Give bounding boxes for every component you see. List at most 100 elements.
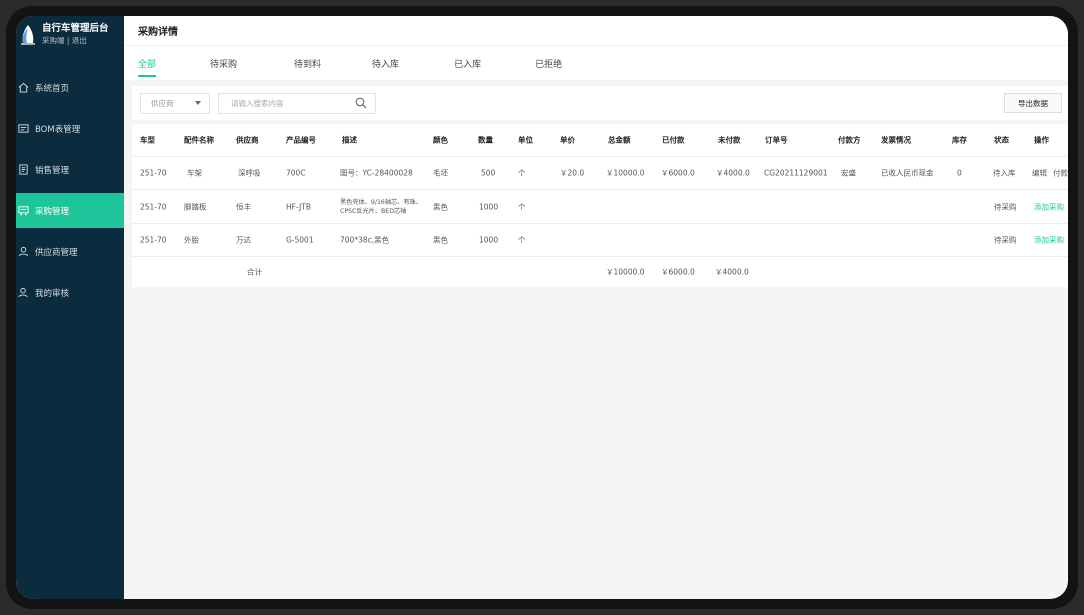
summary-paid: ￥6000.0 [661, 267, 695, 277]
search-placeholder: 请输入搜索内容 [231, 98, 284, 108]
col-header: 描述 [342, 135, 357, 145]
tab-pending-stock-in[interactable]: 待入库 [372, 54, 399, 80]
export-data-button[interactable]: 导出数据 [1004, 93, 1062, 113]
cell-qty: 1000 [479, 202, 499, 211]
col-header: 配件名称 [184, 135, 214, 145]
app-title: 自行车管理后台 [42, 23, 109, 34]
cell-unpaid: ￥4000.0 [716, 168, 750, 178]
bom-icon [18, 124, 29, 133]
supplier-icon [18, 246, 29, 257]
cell-payer: 宏盛 [841, 168, 856, 178]
supplier-select-placeholder: 供应商 [151, 98, 174, 108]
pay-button[interactable]: 付款 [1053, 168, 1068, 179]
table-row: 251-70 脚踏板 恒丰 HF-JTB 黑色壳体、9/16轴芯、有珠、CPSC… [132, 190, 1068, 224]
home-icon [18, 82, 29, 93]
cell-invoice: 已收人民币现金 [881, 168, 934, 178]
tab-all[interactable]: 全部 [138, 54, 157, 80]
tab-rejected[interactable]: 已拒绝 [535, 54, 562, 80]
sidebar-nav: 系统首页 BOM表管理 销售管理 采购管理 供应商管理 我的审核 [16, 70, 124, 310]
table-row: 251-70 车架 深呼吸 700C 图号：YC-28400028 毛坯 500… [132, 157, 1068, 190]
cell-unit: 个 [518, 235, 526, 245]
sales-icon [19, 164, 28, 175]
col-header: 产品编号 [286, 135, 316, 145]
cell-supplier: 恒丰 [236, 202, 251, 211]
sidebar-item-label: BOM表管理 [35, 124, 81, 135]
cell-model: 251-70 [140, 202, 167, 211]
tab-stocked-in[interactable]: 已入库 [454, 54, 481, 80]
role-logout-link[interactable]: 采购端 | 退出 [42, 35, 109, 47]
cell-price: ￥20.0 [560, 168, 585, 178]
cart-icon [18, 206, 29, 216]
cell-code: 700C [286, 168, 306, 178]
supplier-select[interactable]: 供应商 [140, 92, 210, 114]
tab-pending-material[interactable]: 待到料 [294, 54, 321, 80]
search-icon[interactable] [355, 97, 367, 109]
sidebar-item-label: 我的审核 [35, 288, 70, 299]
col-header: 数量 [478, 135, 493, 145]
cell-status: 待入库 [993, 168, 1016, 178]
main-content: 采购详情 全部 待采购 待到料 待入库 已入库 已拒绝 供应商 请输入搜索内容 … [124, 16, 1068, 599]
cell-unit: 个 [518, 168, 526, 178]
summary-unpaid: ￥4000.0 [715, 267, 749, 277]
col-header: 已付款 [662, 135, 685, 145]
sidebar-item-audit[interactable]: 我的审核 [16, 275, 124, 310]
col-header: 车型 [140, 135, 155, 145]
col-header: 状态 [994, 135, 1009, 145]
col-header: 颜色 [433, 135, 448, 145]
cell-code: G-5001 [286, 235, 314, 245]
cell-color: 黑色 [433, 202, 448, 211]
brand: 自行车管理后台 采购端 | 退出 [16, 16, 124, 64]
tab-pending-purchase[interactable]: 待采购 [210, 54, 237, 80]
sidebar-item-label: 采购管理 [35, 206, 70, 217]
col-header: 单位 [518, 135, 533, 145]
cell-part: 车架 [187, 168, 202, 178]
cell-desc: 图号：YC-28400028 [340, 168, 413, 178]
cell-supplier: 深呼吸 [238, 168, 261, 178]
page-title: 采购详情 [138, 27, 178, 38]
table-header: 车型 配件名称 供应商 产品编号 描述 颜色 数量 单位 单价 总金额 已付款 … [132, 124, 1068, 157]
chevron-down-icon [195, 101, 201, 105]
table-summary-row: 合计 ￥10000.0 ￥6000.0 ￥4000.0 [132, 257, 1068, 287]
col-header: 未付款 [718, 135, 741, 145]
sidebar-item-sales[interactable]: 销售管理 [16, 152, 124, 187]
cell-status: 待采购 [994, 235, 1017, 245]
add-purchase-link[interactable]: 添加采购 [1034, 201, 1064, 212]
cell-desc: 黑色壳体、9/16轴芯、有珠、CPSC反光片、BED芯轴 [340, 198, 422, 215]
col-header: 单价 [560, 135, 575, 145]
sidebar: 自行车管理后台 采购端 | 退出 系统首页 BOM表管理 销售管理 采购管理 供… [16, 16, 124, 599]
sidebar-item-home[interactable]: 系统首页 [16, 70, 124, 105]
cell-paid: ￥6000.0 [661, 168, 695, 178]
cell-unit: 个 [518, 202, 526, 211]
cell-part: 脚踏板 [184, 202, 207, 211]
edit-button[interactable]: 编辑 [1032, 168, 1047, 179]
cell-model: 251-70 [140, 235, 167, 245]
cell-status: 待采购 [994, 202, 1017, 211]
cell-color: 黑色 [433, 235, 448, 245]
search-input[interactable]: 请输入搜索内容 [218, 92, 376, 114]
sidebar-item-label: 供应商管理 [35, 247, 78, 258]
sidebar-item-label: 系统首页 [35, 83, 70, 94]
col-header: 供应商 [236, 135, 259, 145]
purchase-table: 车型 配件名称 供应商 产品编号 描述 颜色 数量 单位 单价 总金额 已付款 … [132, 124, 1068, 287]
col-header: 库存 [952, 135, 967, 145]
cell-supplier: 万达 [236, 235, 251, 245]
app-screen: 自行车管理后台 采购端 | 退出 系统首页 BOM表管理 销售管理 采购管理 供… [16, 16, 1068, 599]
sail-logo-icon [21, 25, 35, 45]
col-header: 付款方 [838, 135, 861, 145]
audit-icon [18, 287, 28, 298]
cell-color: 毛坯 [433, 168, 448, 178]
col-header: 总金额 [608, 135, 631, 145]
cell-part: 外胎 [184, 235, 199, 245]
cell-code: HF-JTB [286, 202, 312, 211]
top-bar: 采购详情 [124, 16, 1068, 46]
status-tabs: 全部 待采购 待到料 待入库 已入库 已拒绝 [124, 46, 1068, 80]
sidebar-item-supplier[interactable]: 供应商管理 [16, 234, 124, 269]
sidebar-item-bom[interactable]: BOM表管理 [16, 111, 124, 146]
cell-stock: 0 [957, 168, 962, 178]
cell-order: CG20211129001 [764, 168, 828, 178]
add-purchase-link[interactable]: 添加采购 [1034, 235, 1064, 246]
col-header: 发票情况 [881, 135, 911, 145]
sidebar-item-purchase[interactable]: 采购管理 [16, 193, 124, 228]
summary-total: ￥10000.0 [606, 267, 645, 277]
device-frame: 自行车管理后台 采购端 | 退出 系统首页 BOM表管理 销售管理 采购管理 供… [6, 6, 1078, 609]
